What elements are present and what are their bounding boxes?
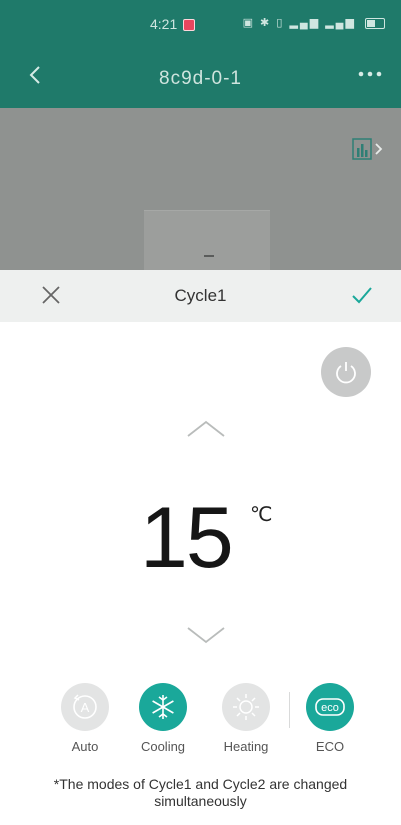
- temperature-unit: ℃: [250, 504, 273, 526]
- battery-icon: [365, 17, 385, 29]
- mode-label: Cooling: [140, 739, 186, 754]
- signal-2-icon: ▂▄▆: [325, 17, 356, 29]
- more-button[interactable]: [357, 62, 383, 88]
- device-title: 8c9d-0-1: [159, 68, 242, 89]
- mode-label: Heating: [223, 739, 269, 754]
- power-button[interactable]: [321, 347, 371, 397]
- bar-chart-icon[interactable]: [351, 136, 385, 162]
- vibrate-icon: ▯: [276, 17, 285, 29]
- mode-auto[interactable]: A Auto: [50, 683, 120, 754]
- checkmark-icon[interactable]: [349, 282, 375, 308]
- mode-heating[interactable]: Heating: [211, 683, 281, 754]
- status-bar: 4:21 ▣ ✱ ▯ ▂▄▆ ▂▄▆: [0, 0, 401, 52]
- mode-sync-note: *The modes of Cycle1 and Cycle2 are chan…: [53, 776, 348, 809]
- mode-eco[interactable]: eco ECO: [295, 683, 365, 754]
- bluetooth-icon: ✱: [260, 17, 272, 29]
- more-dots-icon: [358, 71, 382, 77]
- signal-icon: ▂▄▆: [289, 17, 321, 29]
- mode-label: ECO: [315, 739, 345, 754]
- nfc-icon: ▣: [242, 17, 255, 29]
- power-icon: [336, 362, 356, 384]
- mode-label: Auto: [71, 739, 99, 754]
- mode-cooling[interactable]: Cooling: [128, 683, 198, 754]
- temperature-value: 15: [140, 490, 234, 586]
- snowflake-icon: [139, 683, 187, 731]
- status-icons: ▣ ✱ ▯ ▂▄▆ ▂▄▆: [243, 16, 385, 29]
- temperature-down-button[interactable]: [185, 624, 227, 646]
- eco-icon: eco: [306, 683, 354, 731]
- temperature-up-button[interactable]: [185, 418, 227, 440]
- svg-text:eco: eco: [321, 702, 339, 714]
- auto-mode-icon: A: [61, 683, 109, 731]
- mode-divider: [289, 692, 290, 728]
- svg-text:A: A: [81, 700, 90, 715]
- sun-icon: [222, 683, 270, 731]
- recording-indicator-icon: [183, 19, 195, 31]
- device-image: [144, 210, 270, 271]
- dimmed-overlay: [0, 108, 401, 271]
- status-time: 4:21: [150, 16, 178, 32]
- sheet-header: Cycle1: [0, 270, 401, 322]
- nav-bar: 8c9d-0-1: [0, 52, 401, 108]
- sheet-title: Cycle1: [174, 286, 227, 305]
